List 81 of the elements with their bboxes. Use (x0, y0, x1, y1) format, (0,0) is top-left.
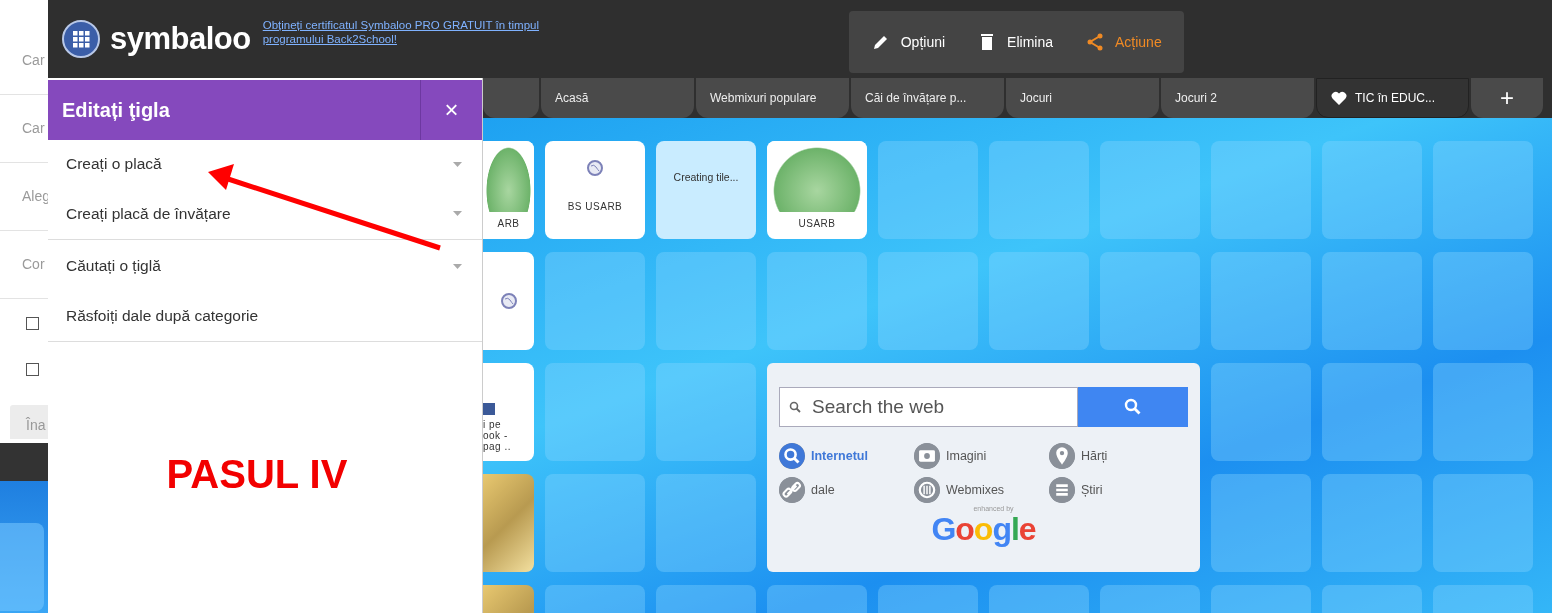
tile[interactable]: USARB (767, 141, 867, 239)
empty-tile[interactable] (1433, 474, 1533, 572)
tab[interactable]: Căi de învățare p... (851, 78, 1004, 118)
empty-tile[interactable] (1211, 363, 1311, 461)
logo-text: symbaloo (110, 21, 251, 57)
share-button[interactable]: Acțiune (1085, 32, 1162, 52)
add-tab-button[interactable]: + (1471, 78, 1543, 118)
empty-tile[interactable] (1322, 252, 1422, 350)
tile-label: USARB (798, 218, 836, 229)
tab[interactable]: Acasă (541, 78, 694, 118)
search-option[interactable]: dale (779, 477, 914, 503)
grid-circle-icon (914, 477, 940, 503)
map-pin-icon (1049, 443, 1075, 469)
empty-tile[interactable] (1433, 363, 1533, 461)
tile-label: i pe ook - pag .. (483, 418, 512, 452)
caret-icon (453, 263, 462, 269)
panel-title: Editați ţigla (61, 98, 171, 123)
facebook-icon (483, 402, 495, 415)
promo-link[interactable]: Obțineți certificatul Symbaloo PRO GRATUIT în timpul programului Back2School! (262, 18, 593, 46)
tile-label: BS USARB (567, 200, 623, 212)
empty-tile[interactable] (1322, 474, 1422, 572)
empty-tile[interactable] (1322, 141, 1422, 239)
empty-tile[interactable] (767, 252, 867, 350)
checkbox[interactable] (26, 317, 39, 330)
link-icon (779, 477, 805, 503)
search-icon (779, 443, 805, 469)
globe-icon (586, 158, 604, 177)
delete-button[interactable]: Elimina (977, 32, 1053, 52)
tab[interactable]: Jocuri (1006, 78, 1159, 118)
empty-tile[interactable] (656, 363, 756, 461)
share-icon (1085, 32, 1105, 52)
tile-label: ARB (497, 218, 520, 229)
checkbox[interactable] (26, 363, 39, 376)
heart-icon (1331, 91, 1347, 105)
tile[interactable]: BS USARB (545, 141, 645, 239)
empty-tile[interactable] (1433, 252, 1533, 350)
empty-tile[interactable] (989, 141, 1089, 239)
search-option[interactable]: Internetul (779, 443, 914, 469)
empty-tile[interactable] (878, 252, 978, 350)
empty-tile[interactable] (1211, 252, 1311, 350)
tab[interactable]: TIC în EDUC... (1316, 78, 1469, 118)
search-icon (1124, 398, 1142, 416)
empty-tile[interactable] (545, 363, 645, 461)
caret-icon (453, 161, 462, 167)
edit-button[interactable]: Opțiuni (870, 32, 946, 52)
empty-tile[interactable] (1100, 252, 1200, 350)
tab[interactable]: Jocuri 2 (1161, 78, 1314, 118)
annotation-text: PASUL IV (166, 452, 348, 497)
globe-icon (499, 292, 518, 310)
tile[interactable] (483, 252, 534, 350)
logo-icon[interactable] (62, 20, 100, 58)
search-option[interactable]: Hărți (1049, 443, 1169, 469)
empty-tile[interactable] (1211, 141, 1311, 239)
empty-tile[interactable] (545, 252, 645, 350)
search-button[interactable] (1078, 387, 1188, 427)
empty-tile[interactable] (878, 141, 978, 239)
tab[interactable] (483, 78, 539, 118)
logo-image (483, 141, 534, 212)
search-option[interactable]: Webmixes (914, 477, 1049, 503)
search-icon (789, 401, 801, 413)
list-icon (1049, 477, 1075, 503)
search-field[interactable]: Search the web (779, 387, 1078, 427)
empty-tile[interactable] (545, 474, 645, 572)
empty-tile[interactable] (1100, 141, 1200, 239)
empty-tile[interactable] (1433, 141, 1533, 239)
search-option[interactable]: Știri (1049, 477, 1169, 503)
header-bar (0, 443, 48, 481)
tile[interactable]: i pe ook - pag .. (483, 363, 534, 461)
empty-tile[interactable] (1211, 474, 1311, 572)
caret-icon (453, 211, 462, 216)
camera-icon (914, 443, 940, 469)
photo-placeholder[interactable] (483, 474, 534, 572)
empty-tile[interactable] (656, 474, 756, 572)
google-logo: Google (931, 513, 1036, 545)
tile[interactable]: ARB (483, 141, 534, 239)
tile[interactable]: Creating tile... (656, 141, 756, 239)
empty-tile[interactable] (656, 252, 756, 350)
empty-tile[interactable] (989, 252, 1089, 350)
tab[interactable]: Webmixuri populare (696, 78, 849, 118)
empty-tile[interactable] (1322, 363, 1422, 461)
search-option[interactable]: Imagini (914, 443, 1049, 469)
